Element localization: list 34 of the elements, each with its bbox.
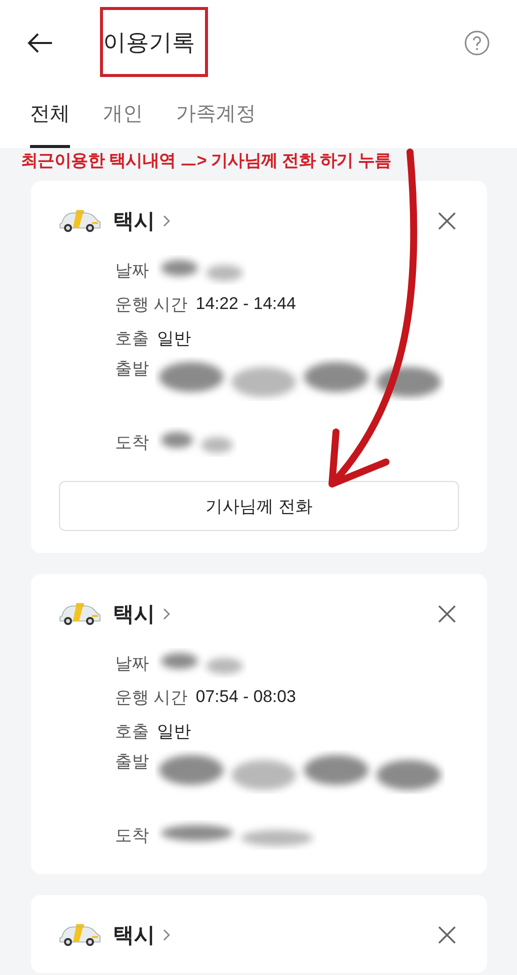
tab[interactable]: 개인: [103, 85, 143, 148]
call-driver-button[interactable]: 기사님께 전화: [59, 481, 459, 531]
detail-label: 도착: [115, 432, 149, 454]
chevron-right-icon[interactable]: [163, 929, 170, 941]
detail-label: 날짜: [115, 652, 149, 674]
detail-value: 07:54 - 08:03: [196, 687, 296, 707]
detail-label: 호출: [115, 328, 149, 350]
detail-label: 날짜: [115, 260, 149, 282]
taxi-icon: [59, 923, 101, 947]
chevron-right-icon[interactable]: [163, 215, 170, 227]
detail-label: 도착: [115, 824, 149, 846]
page-title: 이용기록: [103, 28, 196, 57]
detail-label: 호출: [115, 720, 149, 742]
back-icon[interactable]: [27, 32, 53, 52]
service-name: 택시: [113, 923, 155, 949]
tab[interactable]: 전체: [30, 85, 70, 148]
chevron-right-icon[interactable]: [163, 608, 170, 620]
close-icon[interactable]: [438, 212, 456, 230]
detail-value: 일반: [157, 328, 191, 350]
close-icon[interactable]: [438, 605, 456, 623]
detail-label: 출발: [115, 358, 149, 380]
annotation-text: 최근이용한 택시내역 ㅡ> 기사님께 전화 하기 누름: [21, 151, 392, 170]
tab[interactable]: 가족계정: [176, 85, 256, 148]
detail-value: 14:22 - 14:44: [196, 294, 296, 314]
help-icon[interactable]: [464, 30, 490, 56]
taxi-icon: [59, 209, 101, 233]
close-icon[interactable]: [438, 926, 456, 944]
service-name: 택시: [113, 209, 155, 235]
detail-label: 운행 시간: [115, 294, 188, 316]
detail-label: 운행 시간: [115, 686, 188, 708]
detail-label: 출발: [115, 751, 149, 773]
service-name: 택시: [113, 602, 155, 628]
taxi-icon: [59, 602, 101, 626]
detail-value: 일반: [157, 720, 191, 742]
